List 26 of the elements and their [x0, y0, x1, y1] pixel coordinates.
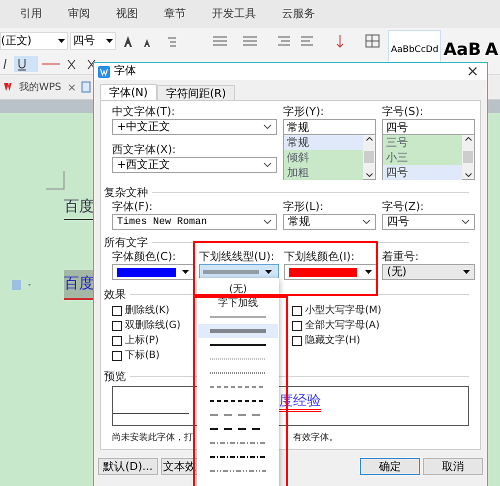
checkbox-label: 下标(B): [125, 348, 160, 363]
note-text: 有效字体。: [293, 432, 338, 444]
field-label: 字体颜色(C):: [112, 250, 177, 264]
checkbox-label: 删除线(K): [125, 304, 170, 318]
section-heading: 效果: [104, 288, 126, 301]
field-label: 西文字体(X):: [112, 143, 177, 157]
section-heading: 所有文字: [104, 236, 148, 249]
checkbox-label: 隐藏文字(H): [305, 334, 360, 348]
section-heading: 复杂文种: [104, 186, 148, 199]
document-text: 百度: [64, 270, 94, 300]
field-label: 字号(S):: [382, 105, 424, 119]
checkbox-label: 小型大写字母(M): [305, 304, 382, 318]
field-label: 字形(L):: [283, 200, 324, 214]
field-label: 字号(Z):: [382, 200, 425, 214]
checkbox-label: 上标(P): [125, 334, 159, 348]
checkbox-label: 双删除线(G): [125, 318, 181, 333]
field-label: 中文字体(T):: [112, 105, 176, 119]
field-label: 下划线线型(U):: [199, 250, 276, 264]
note-text: 尚未安装此字体，打: [112, 432, 193, 444]
field-label: 下划线颜色(I):: [284, 250, 356, 264]
field-label: 字体(F):: [112, 200, 154, 214]
field-label: 着重号:: [382, 250, 420, 264]
field-label: 字形(Y):: [283, 105, 326, 119]
checkbox-label: 全部大写字母(A): [305, 318, 380, 333]
window-title: 字体: [114, 63, 136, 80]
section-heading: 预览: [104, 370, 126, 383]
